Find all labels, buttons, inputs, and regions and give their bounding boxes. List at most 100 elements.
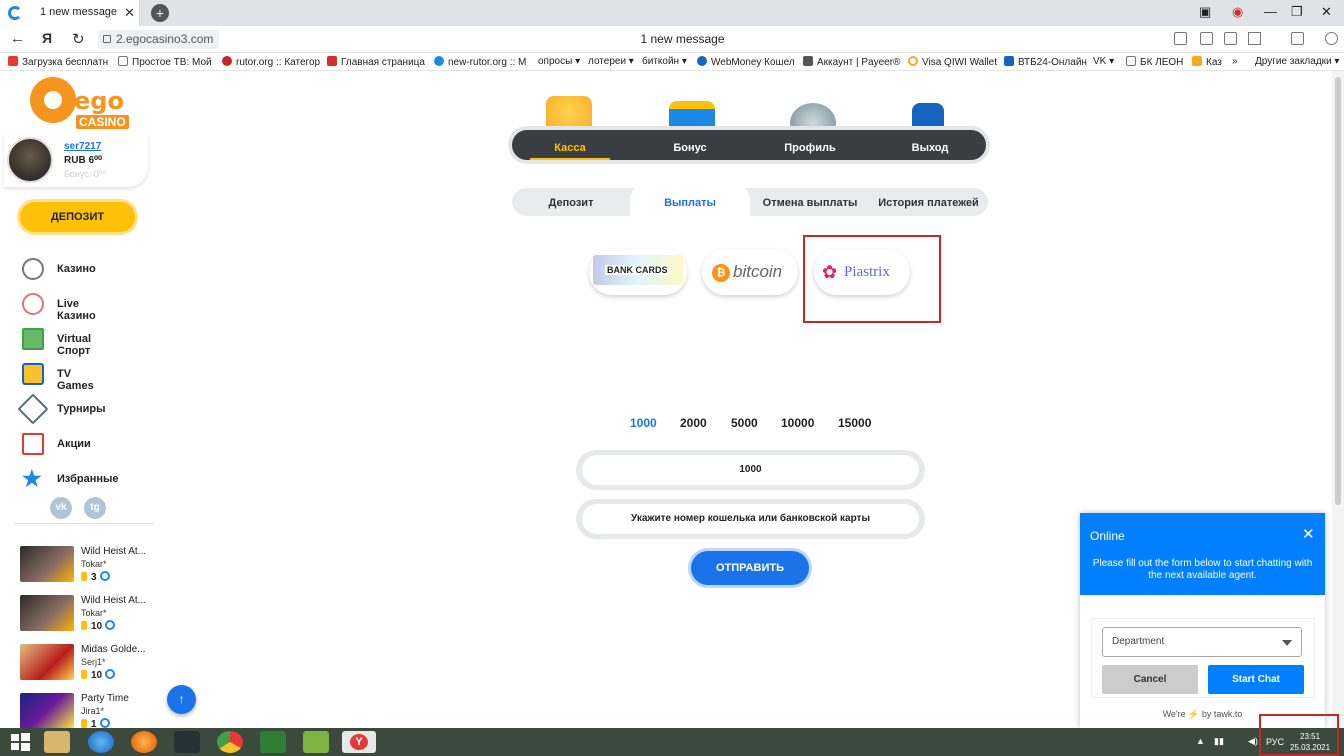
volume-icon[interactable]: ◀): [1248, 736, 1258, 747]
nav-cashier[interactable]: Касса: [520, 142, 620, 154]
bookmark-item[interactable]: Visa QIWI Wallet: [908, 56, 997, 68]
protect-icon[interactable]: [1224, 32, 1237, 45]
reload-icon[interactable]: ↻: [72, 30, 85, 48]
nav-logout[interactable]: Выход: [880, 142, 980, 154]
vk-icon[interactable]: vk: [50, 497, 72, 519]
submit-button[interactable]: ОТПРАВИТЬ: [691, 551, 809, 585]
bookmarks-more[interactable]: »: [1232, 56, 1238, 67]
avatar[interactable]: [7, 137, 53, 183]
scrollbar-thumb[interactable]: [1335, 77, 1341, 505]
amount-option[interactable]: 15000: [838, 416, 871, 430]
start-chat-button[interactable]: Start Chat: [1208, 665, 1304, 694]
coin-icon: [81, 719, 87, 728]
telegram-icon[interactable]: tg: [84, 497, 106, 519]
bookmark-item[interactable]: Аккаунт | Payeer®: [803, 56, 900, 68]
bookmark-folder[interactable]: опросы ▾: [538, 56, 580, 67]
tv-icon: [22, 363, 44, 385]
wallet-input[interactable]: Укажите номер кошелька или банковской ка…: [582, 504, 919, 534]
translate-icon[interactable]: [1174, 32, 1187, 45]
file-explorer-icon[interactable]: [44, 731, 70, 753]
yandex-browser-icon[interactable]: Y: [342, 731, 376, 753]
divider: [14, 523, 154, 524]
chat-message: Please fill out the form below to start …: [1092, 558, 1313, 581]
yandex-icon[interactable]: Я: [42, 30, 52, 46]
bookmarks-bar: Загрузка бесплатн Простое ТВ: Мой rutor.…: [0, 53, 1344, 71]
logo-subtext: CASINO: [76, 115, 129, 129]
tab-close-icon[interactable]: ✕: [124, 5, 135, 21]
back-icon[interactable]: ←: [10, 30, 25, 47]
app-icon[interactable]: [303, 731, 329, 753]
logo-ball-icon: [30, 77, 76, 123]
username-link[interactable]: ser7217: [64, 141, 101, 152]
payment-method-bitcoin[interactable]: ₿ bitcoin: [702, 249, 798, 295]
tab-payment-history[interactable]: История платежей: [877, 197, 980, 209]
tab-cancel-withdrawal[interactable]: Отмена выплаты: [762, 197, 858, 209]
download-icon[interactable]: [1325, 32, 1338, 45]
tray-arrow-icon[interactable]: ▲: [1196, 736, 1205, 746]
bookmark-item[interactable]: Главная страница: [327, 56, 425, 68]
deposit-button[interactable]: ДЕПОЗИТ: [20, 202, 135, 232]
bookmark-folder[interactable]: VK ▾: [1093, 56, 1114, 67]
game-thumbnail: [20, 595, 74, 631]
bookmark-item[interactable]: ВТБ24-Онлайн: [1004, 56, 1087, 68]
url-field[interactable]: 2.egocasino3.com: [98, 30, 220, 49]
chat-close-icon[interactable]: ✕: [1302, 525, 1315, 543]
chrome-icon[interactable]: [217, 731, 243, 753]
bookmark-folder[interactable]: лотереи ▾: [588, 56, 634, 67]
minimize-icon[interactable]: —: [1264, 4, 1277, 19]
firefox-icon[interactable]: [131, 731, 157, 753]
reader-icon[interactable]: [1200, 32, 1213, 45]
tab-withdrawals[interactable]: Выплаты: [645, 197, 735, 209]
nav-profile[interactable]: Профиль: [760, 142, 860, 154]
excel-icon[interactable]: [260, 731, 286, 753]
game-thumbnail: [20, 546, 74, 582]
site-logo[interactable]: ego CASINO: [30, 77, 130, 139]
payment-method-bank-cards[interactable]: BANK CARDS: [589, 249, 687, 295]
recent-win-item[interactable]: Midas Golde... Serj1* 10: [20, 644, 160, 684]
windows-start-icon[interactable]: [6, 731, 36, 753]
window-close-icon[interactable]: ✕: [1321, 4, 1332, 20]
chat-status: Online: [1090, 529, 1125, 543]
recent-win-item[interactable]: Party Time Jira1* 1: [20, 693, 160, 728]
bookmark-item[interactable]: WebMoney Кошел: [697, 56, 795, 68]
bookmark-item[interactable]: Каз: [1192, 56, 1222, 68]
amount-option[interactable]: 2000: [680, 416, 707, 430]
collections-icon[interactable]: [1291, 32, 1304, 45]
new-tab-button[interactable]: +: [151, 4, 169, 22]
balance: RUB 6⁰⁰: [64, 155, 103, 166]
bookmark-item[interactable]: rutor.org :: Категор: [222, 56, 320, 68]
tab-title: 1 new message: [40, 6, 118, 18]
lock-icon: [103, 35, 111, 43]
nav-bonus[interactable]: Бонус: [640, 142, 740, 154]
bookmark-item[interactable]: new-rutor.org :: М: [434, 56, 526, 68]
amount-option[interactable]: 1000: [630, 416, 657, 430]
internet-explorer-icon[interactable]: [88, 731, 114, 753]
tabs-icon[interactable]: ▣: [1199, 4, 1211, 20]
bookmark-icon[interactable]: [1248, 32, 1261, 45]
nox-icon[interactable]: [174, 731, 200, 753]
amount-option[interactable]: 10000: [781, 416, 814, 430]
bookmark-item[interactable]: Простое ТВ: Мой: [118, 56, 212, 68]
bookmark-item[interactable]: Загрузка бесплатн: [8, 56, 108, 68]
active-nav-indicator: [530, 158, 610, 160]
page-scrollbar[interactable]: [1332, 71, 1344, 728]
department-select[interactable]: Department: [1102, 627, 1302, 657]
chat-cancel-button[interactable]: Cancel: [1102, 665, 1198, 694]
notifications-icon[interactable]: ◉: [1232, 4, 1243, 20]
amount-option[interactable]: 5000: [731, 416, 758, 430]
bookmark-folder[interactable]: биткойн ▾: [642, 56, 687, 67]
network-icon[interactable]: ▮▮: [1214, 736, 1224, 747]
tab-deposit[interactable]: Депозит: [526, 197, 616, 209]
scroll-to-top-button[interactable]: ↑: [167, 685, 196, 714]
recent-win-item[interactable]: Wild Heist At... Tokar* 10: [20, 595, 160, 635]
browser-tab[interactable]: 1 new message ✕: [0, 0, 140, 26]
other-bookmarks[interactable]: Другие закладки ▾: [1255, 56, 1339, 67]
field-icon: [22, 328, 44, 350]
roulette-icon: [22, 258, 44, 280]
sidebar: ego CASINO ser7217 RUB 6⁰⁰ Бонус: 0⁰⁰ ДЕ…: [0, 71, 165, 728]
amount-input[interactable]: 1000: [582, 455, 919, 485]
recent-win-item[interactable]: Wild Heist At... Tokar* 3: [20, 546, 160, 586]
maximize-icon[interactable]: ❐: [1291, 4, 1303, 20]
highlight-box: [803, 235, 941, 323]
bookmark-item[interactable]: БК ЛЕОН: [1126, 56, 1183, 68]
